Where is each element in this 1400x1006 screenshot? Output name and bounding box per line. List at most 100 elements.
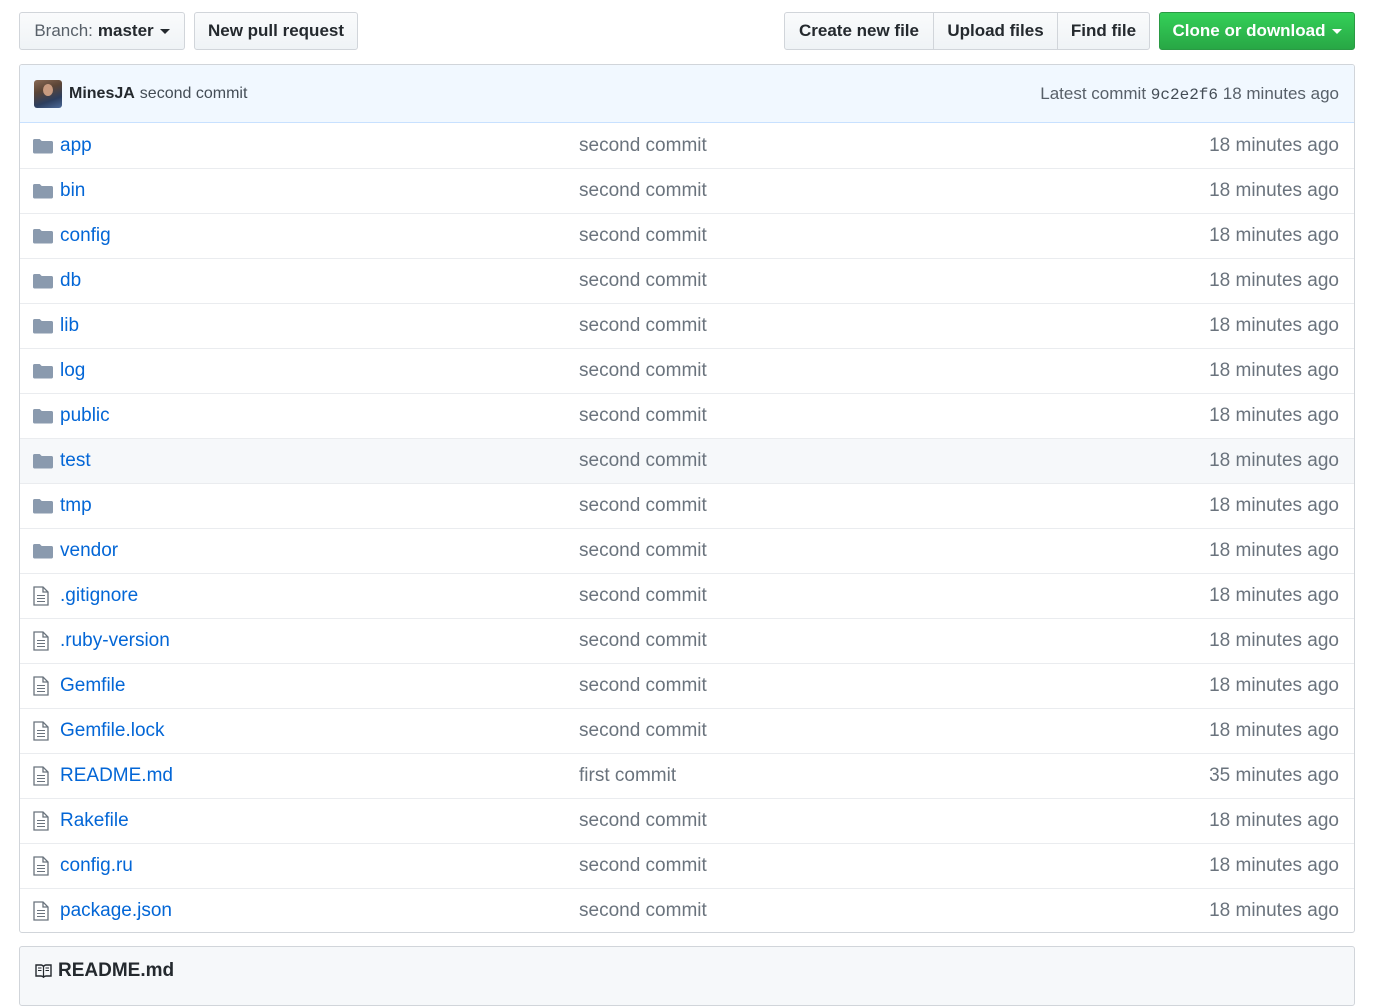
file-name-link[interactable]: .gitignore: [60, 585, 138, 607]
table-row[interactable]: Gemfile.lock second commit 18 minutes ago: [20, 708, 1354, 753]
file-name-link[interactable]: db: [60, 270, 81, 292]
commit-age: 18 minutes ago: [1209, 540, 1339, 561]
commit-age: 18 minutes ago: [1209, 495, 1339, 516]
file-name-link[interactable]: public: [60, 405, 110, 427]
commit-message-link[interactable]: second commit: [579, 540, 707, 562]
file-name-link[interactable]: .ruby-version: [60, 630, 170, 652]
commit-sha[interactable]: 9c2e2f6: [1151, 86, 1218, 104]
folder-icon: [20, 183, 60, 199]
file-name-link[interactable]: package.json: [60, 900, 172, 922]
avatar[interactable]: [34, 79, 62, 108]
file-name-link[interactable]: Gemfile.lock: [60, 720, 165, 742]
commit-message-link[interactable]: second commit: [579, 360, 707, 382]
table-row[interactable]: log second commit 18 minutes ago: [20, 348, 1354, 393]
file-name-link[interactable]: lib: [60, 315, 79, 337]
commit-message-link[interactable]: second commit: [579, 405, 707, 427]
file-icon: [20, 901, 60, 921]
commit-message-link[interactable]: second commit: [579, 585, 707, 607]
commit-age: 18 minutes ago: [1209, 630, 1339, 651]
readme-title: README.md: [58, 960, 175, 981]
commit-message-link[interactable]: first commit: [579, 765, 676, 787]
table-row[interactable]: config second commit 18 minutes ago: [20, 213, 1354, 258]
file-name-link[interactable]: config: [60, 225, 111, 247]
table-row[interactable]: .gitignore second commit 18 minutes ago: [20, 573, 1354, 618]
table-row[interactable]: tmp second commit 18 minutes ago: [20, 483, 1354, 528]
table-row[interactable]: lib second commit 18 minutes ago: [20, 303, 1354, 348]
table-row[interactable]: app second commit 18 minutes ago: [20, 123, 1354, 168]
file-icon: [20, 631, 60, 651]
file-icon: [20, 676, 60, 696]
latest-commit-bar: MinesJA second commit Latest commit 9c2e…: [20, 65, 1354, 123]
latest-commit-label: Latest commit: [1040, 83, 1147, 103]
upload-files-button[interactable]: Upload files: [933, 12, 1058, 50]
folder-icon: [20, 363, 60, 379]
file-icon: [20, 721, 60, 741]
commit-message-link[interactable]: second commit: [579, 810, 707, 832]
commit-message-link[interactable]: second commit: [579, 270, 707, 292]
commit-age: 18 minutes ago: [1209, 405, 1339, 426]
commit-message-link[interactable]: second commit: [579, 225, 707, 247]
commit-age: 18 minutes ago: [1209, 855, 1339, 876]
commit-age: 18 minutes ago: [1209, 225, 1339, 246]
folder-icon: [20, 228, 60, 244]
commit-message-link[interactable]: second commit: [579, 675, 707, 697]
commit-age: 18 minutes ago: [1209, 585, 1339, 606]
commit-message[interactable]: second commit: [140, 85, 248, 103]
commit-age: 18 minutes ago: [1209, 270, 1339, 291]
folder-icon: [20, 408, 60, 424]
folder-icon: [20, 273, 60, 289]
file-name-link[interactable]: README.md: [60, 765, 173, 787]
table-row[interactable]: config.ru second commit 18 minutes ago: [20, 843, 1354, 888]
table-row[interactable]: test second commit 18 minutes ago: [20, 438, 1354, 483]
repo-toolbar: Branch: master New pull request Create n…: [19, 12, 1355, 50]
branch-select-button[interactable]: Branch: master: [19, 12, 185, 50]
new-pull-request-button[interactable]: New pull request: [194, 12, 358, 50]
folder-icon: [20, 318, 60, 334]
table-row[interactable]: Rakefile second commit 18 minutes ago: [20, 798, 1354, 843]
commit-age: 18 minutes ago: [1209, 450, 1339, 471]
file-icon: [20, 811, 60, 831]
file-name-link[interactable]: bin: [60, 180, 85, 202]
table-row[interactable]: package.json second commit 18 minutes ago: [20, 888, 1354, 932]
commit-age: 18 minutes ago: [1209, 360, 1339, 381]
commit-message-link[interactable]: second commit: [579, 855, 707, 877]
table-row[interactable]: .ruby-version second commit 18 minutes ago: [20, 618, 1354, 663]
commit-message-link[interactable]: second commit: [579, 720, 707, 742]
commit-message-link[interactable]: second commit: [579, 135, 707, 157]
commit-message-link[interactable]: second commit: [579, 450, 707, 472]
file-name-link[interactable]: vendor: [60, 540, 118, 562]
file-list: app second commit 18 minutes ago bin second …: [20, 123, 1354, 932]
commit-message-link[interactable]: second commit: [579, 315, 707, 337]
file-name-link[interactable]: Gemfile: [60, 675, 125, 697]
table-row[interactable]: bin second commit 18 minutes ago: [20, 168, 1354, 213]
file-name-link[interactable]: tmp: [60, 495, 92, 517]
commit-age: 18 minutes ago: [1209, 180, 1339, 201]
clone-or-download-button[interactable]: Clone or download: [1159, 12, 1355, 50]
file-name-link[interactable]: log: [60, 360, 85, 382]
commit-message-link[interactable]: second commit: [579, 180, 707, 202]
caret-down-icon: [159, 28, 170, 34]
commit-message-link[interactable]: second commit: [579, 900, 707, 922]
commit-message-link[interactable]: second commit: [579, 630, 707, 652]
create-new-file-button[interactable]: Create new file: [784, 12, 934, 50]
file-name-link[interactable]: Rakefile: [60, 810, 129, 832]
file-name-link[interactable]: test: [60, 450, 91, 472]
file-actions-group: Create new file Upload files Find file: [784, 12, 1150, 50]
commit-age: 18 minutes ago: [1209, 315, 1339, 336]
commit-author[interactable]: MinesJA: [69, 85, 135, 103]
table-row[interactable]: README.md first commit 35 minutes ago: [20, 753, 1354, 798]
table-row[interactable]: public second commit 18 minutes ago: [20, 393, 1354, 438]
folder-icon: [20, 138, 60, 154]
commit-age: 18 minutes ago: [1209, 134, 1339, 156]
table-row[interactable]: Gemfile second commit 18 minutes ago: [20, 663, 1354, 708]
table-row[interactable]: db second commit 18 minutes ago: [20, 258, 1354, 303]
file-name-link[interactable]: app: [60, 135, 92, 157]
file-navigation-table: MinesJA second commit Latest commit 9c2e…: [19, 64, 1355, 933]
file-name-link[interactable]: config.ru: [60, 855, 133, 877]
find-file-button[interactable]: Find file: [1057, 12, 1150, 50]
commit-message-link[interactable]: second commit: [579, 495, 707, 517]
file-icon: [20, 766, 60, 786]
commit-age: 18 minutes ago: [1209, 900, 1339, 921]
commit-age: 18 minutes ago: [1209, 810, 1339, 831]
table-row[interactable]: vendor second commit 18 minutes ago: [20, 528, 1354, 573]
